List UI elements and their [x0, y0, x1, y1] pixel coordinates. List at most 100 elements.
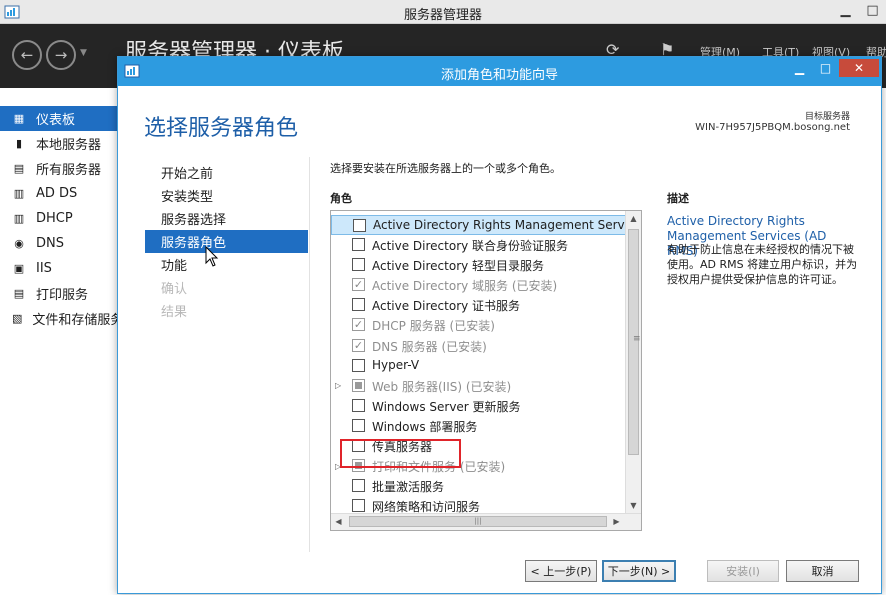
sidebar-item-label: 文件和存储服务 [32, 313, 120, 328]
role-label: Hyper-V [372, 357, 420, 372]
next-button[interactable]: 下一步(N) > [602, 560, 676, 582]
role-checkbox[interactable] [352, 238, 365, 252]
sidebar-item-ad-ds[interactable]: ▥ AD DS [0, 181, 120, 206]
vertical-scroll-thumb[interactable]: ≡ [628, 229, 641, 455]
sidebar-item-label: DNS [36, 236, 64, 251]
role-label: Active Directory Rights Management Servi… [373, 218, 642, 232]
role-row[interactable]: Active Directory 轻型目录服务 [331, 255, 626, 275]
sidebar-item-all-servers[interactable]: ▤ 所有服务器 [0, 156, 120, 181]
role-label: Active Directory 轻型目录服务 [372, 259, 545, 274]
scroll-up-arrow-icon[interactable]: ▲ [626, 211, 641, 227]
sidebar-item-dashboard[interactable]: ▦ 仪表板 [0, 106, 120, 131]
role-checkbox: ✓ [352, 318, 365, 332]
role-checkbox[interactable] [352, 298, 365, 312]
dialog-close-button[interactable]: ✕ [839, 59, 879, 77]
step-before-you-begin[interactable]: 开始之前 [145, 161, 308, 184]
sidebar-item-local-server[interactable]: ▮ 本地服务器 [0, 131, 120, 156]
previous-button[interactable]: < 上一步(P) [525, 560, 597, 582]
roles-list[interactable]: Active Directory Rights Management Servi… [330, 210, 642, 531]
step-confirmation: 确认 [161, 282, 188, 297]
scroll-down-arrow-icon[interactable]: ▼ [626, 498, 641, 514]
outer-titlebar: 服务器管理器 ▁ □ [0, 0, 886, 24]
role-row[interactable]: Active Directory 联合身份验证服务 [331, 235, 626, 255]
ad-ds-icon: ▥ [13, 187, 25, 200]
page-title: 选择服务器角色 [144, 116, 299, 141]
role-row[interactable]: Active Directory 证书服务 [331, 295, 626, 315]
dashboard-icon: ▦ [13, 112, 25, 125]
step-server-roles[interactable]: 服务器角色 [145, 230, 308, 253]
role-row[interactable]: ✓ DHCP 服务器 (已安装) [331, 315, 626, 335]
dialog-maximize-button[interactable]: □ [813, 59, 838, 77]
role-row[interactable]: ✓ Active Directory 域服务 (已安装) [331, 275, 626, 295]
sidebar-item-label: 仪表板 [36, 113, 76, 128]
dns-icon: ◉ [14, 237, 24, 250]
roles-vertical-scrollbar[interactable]: ▲ ≡ ▼ [625, 211, 641, 514]
role-label: DHCP 服务器 (已安装) [372, 319, 495, 334]
step-installation-type[interactable]: 安装类型 [145, 184, 308, 207]
role-row[interactable]: ✓ DNS 服务器 (已安装) [331, 336, 626, 356]
role-row[interactable]: ▷ Web 服务器(IIS) (已安装) [331, 376, 626, 396]
role-label: DNS 服务器 (已安装) [372, 339, 487, 354]
role-row[interactable]: Windows 部署服务 [331, 416, 626, 436]
role-checkbox[interactable] [352, 499, 365, 513]
role-label: Active Directory 证书服务 [372, 299, 521, 314]
step-results: 结果 [161, 305, 188, 320]
add-roles-wizard-dialog: 添加角色和功能向导 ▁ □ ✕ 选择服务器角色 目标服务器 WIN-7H957J… [117, 56, 882, 594]
outer-sidebar: ▦ 仪表板 ▮ 本地服务器 ▤ 所有服务器 ▥ AD DS ▥ DHCP ◉ DNS ▣ II… [0, 106, 120, 595]
dialog-minimize-button[interactable]: ▁ [787, 59, 812, 77]
role-checkbox[interactable] [352, 418, 365, 432]
role-checkbox[interactable] [353, 219, 366, 232]
printer-icon: ▤ [13, 287, 25, 300]
destination-server-value: WIN-7H957J5PBQM.bosong.net [695, 122, 850, 133]
roles-horizontal-scrollbar[interactable]: ◀ ||| ▶ [331, 513, 641, 530]
server-icon: ▮ [15, 137, 23, 150]
sidebar-item-dns[interactable]: ◉ DNS [0, 231, 120, 256]
description-body: 有助于防止信息在未经授权的情况下被使用。AD RMS 将建立用户标识，并为授权用… [667, 243, 858, 286]
nav-history-chevron-icon[interactable]: ▼ [80, 48, 87, 58]
install-button: 安装(I) [707, 560, 779, 582]
role-label: Active Directory 联合身份验证服务 [372, 239, 569, 254]
role-checkbox[interactable] [352, 479, 365, 493]
role-checkbox[interactable] [352, 358, 365, 372]
role-row[interactable]: Windows Server 更新服务 [331, 396, 626, 416]
servers-icon: ▤ [13, 162, 25, 175]
outer-window-title: 服务器管理器 [403, 8, 482, 23]
sidebar-item-label: 所有服务器 [36, 163, 102, 178]
role-checkbox[interactable] [352, 258, 365, 272]
sidebar-item-print-services[interactable]: ▤ 打印服务 [0, 281, 120, 306]
outer-minimize-button[interactable]: ▁ [832, 0, 859, 20]
role-label: 批量激活服务 [372, 480, 445, 495]
role-row[interactable]: Hyper-V [331, 356, 626, 376]
role-label: Active Directory 域服务 (已安装) [372, 279, 558, 294]
role-checkbox[interactable] [352, 398, 365, 412]
instruction-text: 选择要安装在所选服务器上的一个或多个角色。 [330, 162, 561, 175]
sidebar-item-file-storage[interactable]: ▧ 文件和存储服务 [0, 306, 120, 331]
role-row[interactable]: 批量激活服务 [331, 476, 626, 496]
role-label: Windows 部署服务 [372, 419, 478, 434]
outer-maximize-button[interactable]: □ [859, 0, 886, 20]
sidebar-item-iis[interactable]: ▣ IIS [0, 256, 120, 281]
sidebar-item-dhcp[interactable]: ▥ DHCP [0, 206, 120, 231]
scroll-right-arrow-icon[interactable]: ▶ [609, 514, 624, 530]
expand-arrow-icon[interactable]: ▷ [335, 381, 343, 390]
back-icon[interactable]: ← [12, 40, 42, 70]
sidebar-item-label: IIS [36, 261, 52, 276]
sidebar-item-label: AD DS [36, 186, 78, 201]
sidebar-item-label: 打印服务 [36, 288, 89, 303]
role-row[interactable]: Active Directory Rights Management Servi… [331, 215, 641, 236]
step-server-selection[interactable]: 服务器选择 [145, 207, 308, 230]
mouse-cursor-icon [205, 246, 219, 267]
destination-server-label: 目标服务器 [804, 112, 850, 122]
cancel-button[interactable]: 取消 [786, 560, 859, 582]
forward-icon[interactable]: → [46, 40, 76, 70]
horizontal-scroll-thumb[interactable]: ||| [349, 516, 607, 527]
dhcp-icon: ▥ [13, 212, 25, 225]
dialog-titlebar[interactable]: 添加角色和功能向导 ▁ □ ✕ [118, 57, 881, 86]
role-checkbox: ✓ [352, 338, 365, 352]
sidebar-item-label: 本地服务器 [36, 138, 102, 153]
scroll-grip-icon: ≡ [633, 334, 641, 344]
scroll-left-arrow-icon[interactable]: ◀ [331, 514, 346, 530]
step-features[interactable]: 功能 [145, 253, 308, 276]
role-checkbox [352, 378, 365, 392]
fax-server-highlight-box [340, 439, 461, 468]
